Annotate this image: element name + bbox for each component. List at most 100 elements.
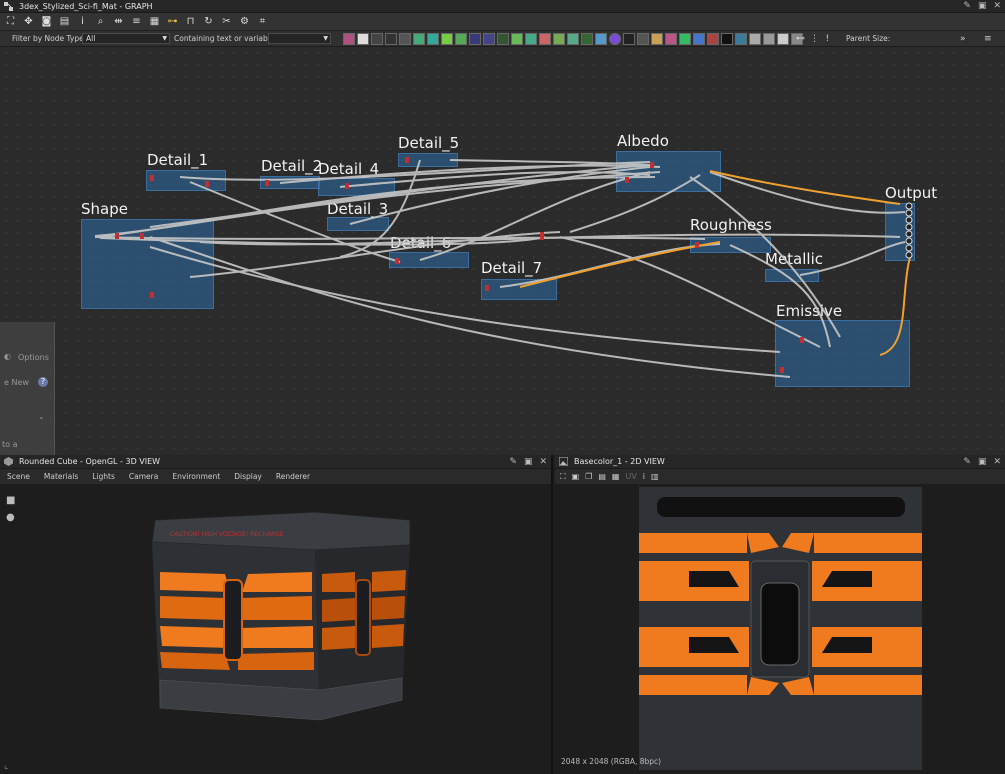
3d-view-menubar: Scene Materials Lights Camera Environmen…	[0, 469, 551, 484]
slider-icon[interactable]: ⊷	[796, 34, 805, 44]
menu-scene[interactable]: Scene	[7, 472, 30, 481]
axis-icon: ⌞	[4, 761, 9, 771]
close-icon[interactable]: ✕	[993, 455, 1001, 469]
warp-node-icon[interactable]	[469, 33, 481, 45]
hsl-node-icon[interactable]	[511, 33, 523, 45]
cube-icon	[4, 457, 13, 466]
options-label[interactable]: Options	[18, 353, 49, 362]
menu-materials[interactable]: Materials	[44, 472, 78, 481]
grid-icon[interactable]: ▦	[149, 16, 160, 27]
comment-node-icon[interactable]	[693, 33, 705, 45]
grid-toggle-icon[interactable]: ⋮	[810, 34, 819, 44]
split-node-icon[interactable]	[749, 33, 761, 45]
graph-canvas[interactable]: Shape Detail_1 Detail_2 Detail_4 Detail_…	[0, 47, 1005, 455]
connect-icon[interactable]: ⊶	[167, 16, 178, 27]
pixel-processor-icon[interactable]	[609, 33, 621, 45]
menu-environment[interactable]: Environment	[172, 472, 220, 481]
node-type-dropdown[interactable]: All ▼	[82, 33, 170, 44]
svg-node-icon[interactable]	[357, 33, 369, 45]
fx-map-node-icon[interactable]	[595, 33, 607, 45]
distance-node-icon[interactable]	[567, 33, 579, 45]
transform-node-icon[interactable]	[385, 33, 397, 45]
graph-panel: 3dex_Stylized_Sci-fi_Mat - GRAPH ✎ ▣ ✕ ⛶…	[0, 0, 1005, 455]
frame-all-icon[interactable]: ⛶	[5, 16, 16, 27]
expand-icon[interactable]: »	[960, 34, 966, 44]
camera-icon[interactable]: ■	[6, 495, 15, 506]
help-icon[interactable]: ?	[38, 377, 48, 387]
sharpen-node-icon[interactable]	[553, 33, 565, 45]
collapse-icon[interactable]: ⌃	[38, 416, 45, 425]
levels-node-icon[interactable]	[427, 33, 439, 45]
pin-icon[interactable]: ✎	[963, 0, 971, 13]
info-icon[interactable]: i	[77, 16, 88, 27]
gradient-node-icon[interactable]	[399, 33, 411, 45]
highlight-wire	[879, 256, 911, 356]
menu-camera[interactable]: Camera	[129, 472, 158, 481]
copy-icon[interactable]: ❐	[585, 472, 592, 481]
histogram-icon[interactable]: ▥	[651, 472, 659, 481]
chevron-down-icon: ▼	[162, 35, 167, 42]
cube-render[interactable]: CAUTION! HIGH VOLTAGE! RECHARGE	[140, 510, 420, 740]
close-icon[interactable]: ✕	[539, 455, 547, 469]
wire	[94, 236, 706, 240]
maximize-icon[interactable]: ▣	[978, 455, 987, 469]
mic-icon[interactable]: ǃ	[826, 34, 829, 44]
curve-node-icon[interactable]	[413, 33, 425, 45]
crop-icon[interactable]: ⌗	[257, 16, 268, 27]
text-tool-icon[interactable]	[665, 33, 677, 45]
save-icon[interactable]: ▣	[572, 472, 580, 481]
search-icon[interactable]: ⌕	[95, 16, 106, 27]
uv-toggle[interactable]: UV	[625, 472, 636, 481]
pin-icon[interactable]: ✎	[509, 455, 517, 469]
light-icon[interactable]: ●	[6, 512, 15, 523]
text-node-icon[interactable]	[637, 33, 649, 45]
pin-icon[interactable]: ✎	[963, 455, 971, 469]
cube-caution-text: CAUTION! HIGH VOLTAGE! RECHARGE	[170, 531, 284, 538]
grid-node-icon[interactable]	[497, 33, 509, 45]
output-node-icon[interactable]	[721, 33, 733, 45]
blur-node-icon[interactable]	[455, 33, 467, 45]
blend-node-icon[interactable]	[441, 33, 453, 45]
layout-icon[interactable]: ⊓	[185, 16, 196, 27]
directional-node-icon[interactable]	[581, 33, 593, 45]
link-icon[interactable]: ⇹	[113, 16, 124, 27]
menu-lights[interactable]: Lights	[92, 472, 115, 481]
graph-toolbar: ⛶ ✥ ◙ ▤ i ⌕ ⇹ ≡ ▦ ⊶ ⊓ ↻ ✂ ⚙ ⌗	[0, 13, 1005, 31]
settings-icon[interactable]: ⚙	[239, 16, 250, 27]
info-icon[interactable]: i	[643, 472, 645, 481]
dot-icon[interactable]: ⊸	[781, 34, 789, 44]
close-icon[interactable]: ✕	[993, 0, 1001, 13]
shuffle-node-icon[interactable]	[525, 33, 537, 45]
frame-node-icon[interactable]	[679, 33, 691, 45]
channels-icon[interactable]: ▦	[612, 472, 620, 481]
value-node-icon[interactable]	[623, 33, 635, 45]
refresh-icon[interactable]: ↻	[203, 16, 214, 27]
new-label[interactable]: e New	[4, 378, 29, 387]
basecolor-texture[interactable]	[639, 487, 922, 770]
highlight-wire	[709, 170, 901, 205]
channel-node-icon[interactable]	[651, 33, 663, 45]
emboss-node-icon[interactable]	[539, 33, 551, 45]
fill-node-icon[interactable]	[371, 33, 383, 45]
menu-display[interactable]: Display	[234, 472, 262, 481]
input-node-icon[interactable]	[735, 33, 747, 45]
maximize-icon[interactable]: ▣	[978, 0, 987, 13]
camera-icon[interactable]: ◙	[41, 16, 52, 27]
align-icon[interactable]: ≡	[131, 16, 142, 27]
pin-node-icon[interactable]	[707, 33, 719, 45]
graph-title: 3dex_Stylized_Sci-fi_Mat - GRAPH	[19, 2, 153, 11]
bitmap-node-icon[interactable]	[343, 33, 355, 45]
normal-node-icon[interactable]	[483, 33, 495, 45]
search-input[interactable]: ▼	[268, 33, 331, 44]
menu-renderer[interactable]: Renderer	[276, 472, 310, 481]
layers-icon[interactable]: ▤	[598, 472, 606, 481]
maximize-icon[interactable]: ▣	[524, 455, 533, 469]
menu-icon[interactable]: ≡	[984, 34, 992, 44]
fit-icon[interactable]: ⛶	[560, 472, 566, 482]
graph-icon	[4, 2, 13, 11]
paste-icon[interactable]: ▤	[59, 16, 70, 27]
options-icon[interactable]: ◐	[4, 352, 11, 361]
move-icon[interactable]: ✥	[23, 16, 34, 27]
tools-icon[interactable]: ✂	[221, 16, 232, 27]
merge-node-icon[interactable]	[763, 33, 775, 45]
